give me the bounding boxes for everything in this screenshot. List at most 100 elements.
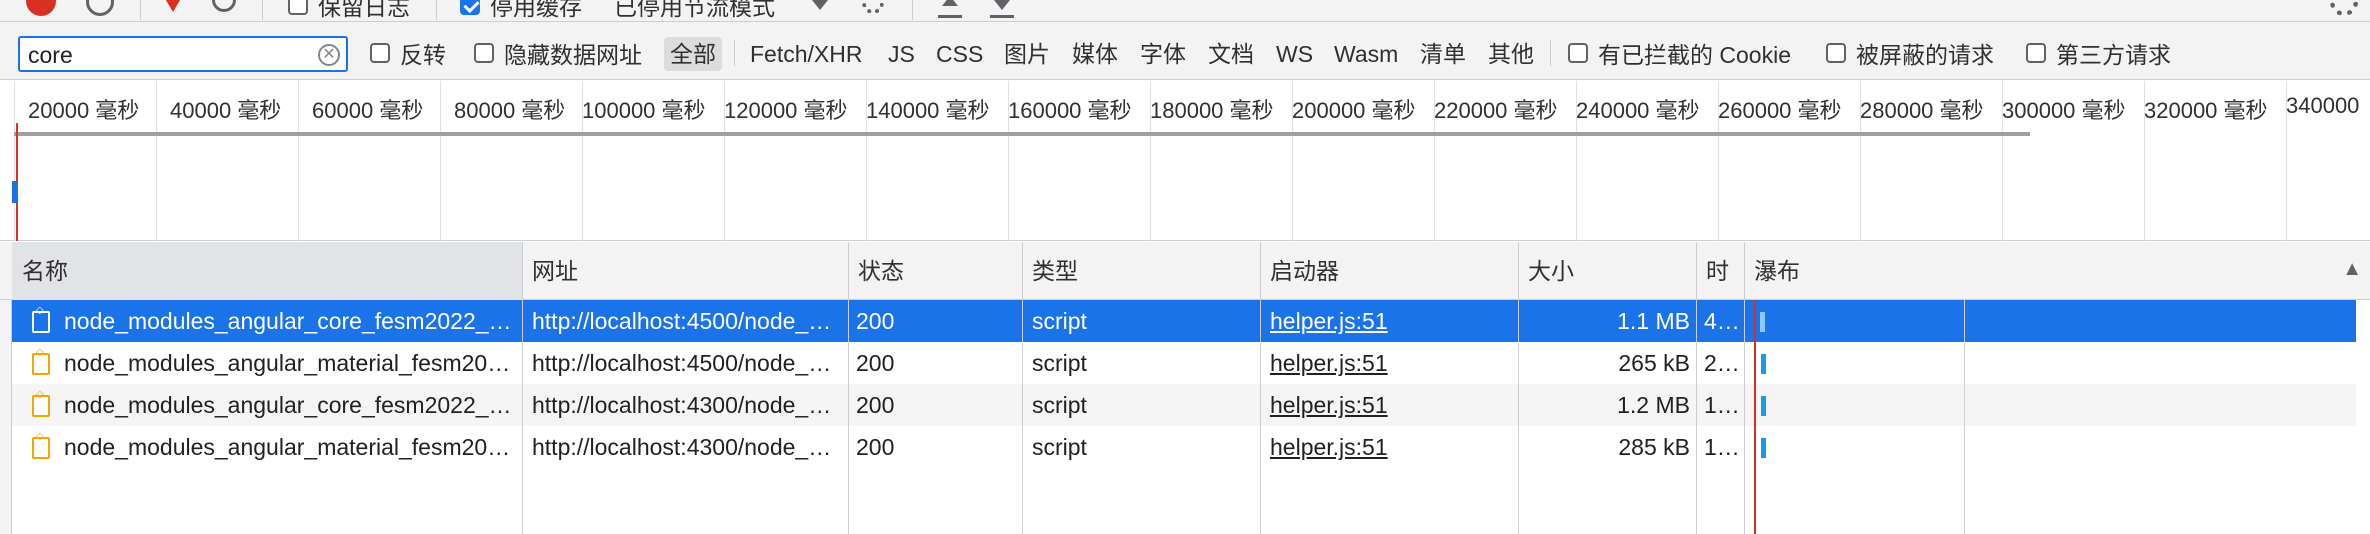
request-name: node_modules_angular_material_fesm2022_c… (64, 350, 520, 376)
network-conditions-icon[interactable] (862, 0, 884, 14)
tick-label: 80000 毫秒 (454, 98, 566, 123)
tick-label: 140000 毫秒 (866, 98, 990, 123)
invert-box[interactable] (370, 43, 390, 63)
column-header-url[interactable]: 网址 (522, 242, 848, 300)
import-har-icon[interactable] (938, 0, 962, 18)
request-initiator-link[interactable]: helper.js:51 (1270, 300, 1510, 342)
filter-type-other[interactable]: 其他 (1488, 40, 1534, 68)
column-divider[interactable] (1744, 242, 1745, 534)
column-header-waterfall[interactable]: 瀑布 (1744, 242, 2370, 300)
request-type: script (1032, 350, 1087, 376)
table-header: 名称 网址 状态 类型 启动器 大小 时 瀑布 ▲ (0, 242, 2370, 300)
tick-label: 280000 毫秒 (1860, 98, 1984, 123)
table-row[interactable]: node_modules_angular_material_fesm2022_c… (12, 426, 2356, 468)
request-type: script (1032, 308, 1087, 334)
table-row[interactable]: node_modules_angular_core_fesm2022_core_… (12, 300, 2356, 342)
filter-icon[interactable] (160, 0, 186, 12)
waterfall-bar (1760, 312, 1765, 332)
filter-bar: ✕ 反转 隐藏数据网址 全部 Fetch/XHR JS CSS 图片 媒体 字体… (0, 22, 2370, 80)
table-row[interactable]: node_modules_angular_core_fesm2022_core_… (12, 384, 2356, 426)
record-button[interactable] (26, 0, 56, 16)
overview-request-marker (12, 181, 18, 203)
script-file-icon (32, 431, 50, 459)
request-time: 1… (1704, 392, 1740, 418)
overview-timeline[interactable]: 20000 毫秒 40000 毫秒 60000 毫秒 80000 毫秒 1000… (0, 81, 2370, 241)
export-har-icon[interactable] (990, 0, 1014, 18)
network-toolbar: 保留日志 停用缓存 已停用节流模式 (0, 0, 2370, 22)
blocked-requests-box[interactable] (1826, 43, 1846, 63)
filter-type-img[interactable]: 图片 (1004, 40, 1050, 68)
preserve-log-label: 保留日志 (318, 0, 410, 20)
third-party-box[interactable] (2026, 43, 2046, 63)
filter-type-media[interactable]: 媒体 (1072, 40, 1118, 68)
column-divider[interactable] (1696, 242, 1697, 534)
filter-type-wasm[interactable]: Wasm (1334, 40, 1398, 68)
column-divider[interactable] (1022, 242, 1023, 534)
tick-line (440, 81, 441, 241)
search-icon[interactable] (212, 0, 236, 12)
throttle-select[interactable]: 已停用节流模式 (614, 0, 775, 20)
gear-icon[interactable] (2330, 0, 2358, 16)
request-initiator-link[interactable]: helper.js:51 (1270, 426, 1510, 468)
waterfall-bar (1761, 438, 1766, 458)
tick-label: 100000 毫秒 (582, 98, 706, 123)
third-party-label: 第三方请求 (2056, 42, 2171, 68)
script-file-icon (32, 389, 50, 417)
waterfall-bar (1761, 354, 1766, 374)
tick-label: 20000 毫秒 (28, 98, 140, 123)
tick-label: 240000 毫秒 (1576, 98, 1700, 123)
blocked-cookies-box[interactable] (1568, 43, 1588, 63)
disable-cache-checkbox[interactable]: 停用缓存 (460, 0, 582, 20)
preserve-log-checkbox[interactable]: 保留日志 (288, 0, 410, 20)
filter-search-input[interactable] (26, 41, 316, 69)
filter-type-manifest[interactable]: 清单 (1420, 40, 1466, 68)
script-file-icon (32, 347, 50, 375)
filter-search-box[interactable]: ✕ (18, 36, 348, 72)
tick-line (156, 81, 157, 241)
table-row[interactable]: node_modules_angular_material_fesm2022_c… (12, 342, 2356, 384)
chevron-down-icon[interactable] (812, 0, 828, 10)
filter-type-all[interactable]: 全部 (664, 37, 722, 71)
request-url: http://localhost:4300/node_modules_angul… (532, 392, 848, 418)
request-status: 200 (856, 308, 895, 334)
sort-ascending-icon[interactable]: ▲ (2342, 258, 2362, 281)
invert-checkbox[interactable]: 反转 (370, 40, 446, 68)
blocked-cookies-checkbox[interactable]: 有已拦截的 Cookie (1568, 40, 1791, 68)
script-file-icon (32, 305, 50, 333)
filter-type-doc[interactable]: 文档 (1208, 40, 1254, 68)
request-type: script (1032, 434, 1087, 460)
column-header-initiator[interactable]: 启动器 (1260, 242, 1518, 300)
tick-label: 160000 毫秒 (1008, 98, 1132, 123)
column-divider[interactable] (1518, 242, 1519, 534)
request-table: 名称 网址 状态 类型 启动器 大小 时 瀑布 ▲ node_modules_a… (0, 242, 2370, 534)
column-header-time[interactable]: 时 (1696, 242, 1744, 300)
blocked-requests-checkbox[interactable]: 被屏蔽的请求 (1826, 40, 1994, 68)
column-header-size[interactable]: 大小 (1518, 242, 1696, 300)
column-divider[interactable] (522, 242, 523, 534)
request-status: 200 (856, 434, 895, 460)
filter-type-js[interactable]: JS (888, 40, 915, 68)
request-initiator-link[interactable]: helper.js:51 (1270, 384, 1510, 426)
column-header-type[interactable]: 类型 (1022, 242, 1260, 300)
hide-data-urls-checkbox[interactable]: 隐藏数据网址 (474, 40, 642, 68)
overview-range-bar[interactable] (14, 132, 2030, 136)
column-divider[interactable] (1260, 242, 1261, 534)
clear-icon[interactable] (86, 0, 114, 16)
clear-search-icon[interactable]: ✕ (318, 44, 340, 66)
preserve-log-box[interactable] (288, 0, 308, 15)
throttle-value: 已停用节流模式 (614, 0, 775, 20)
disable-cache-box[interactable] (460, 0, 480, 15)
hide-data-urls-label: 隐藏数据网址 (504, 42, 642, 68)
column-header-name[interactable]: 名称 (12, 242, 522, 300)
filter-type-fetch-xhr[interactable]: Fetch/XHR (750, 40, 862, 68)
request-type: script (1032, 392, 1087, 418)
filter-type-ws[interactable]: WS (1276, 40, 1313, 68)
filter-type-font[interactable]: 字体 (1140, 40, 1186, 68)
column-header-status[interactable]: 状态 (848, 242, 1022, 300)
request-initiator-link[interactable]: helper.js:51 (1270, 342, 1510, 384)
blocked-requests-label: 被屏蔽的请求 (1856, 42, 1994, 68)
hide-data-urls-box[interactable] (474, 43, 494, 63)
third-party-checkbox[interactable]: 第三方请求 (2026, 40, 2171, 68)
filter-type-css[interactable]: CSS (936, 40, 983, 68)
column-divider[interactable] (848, 242, 849, 534)
